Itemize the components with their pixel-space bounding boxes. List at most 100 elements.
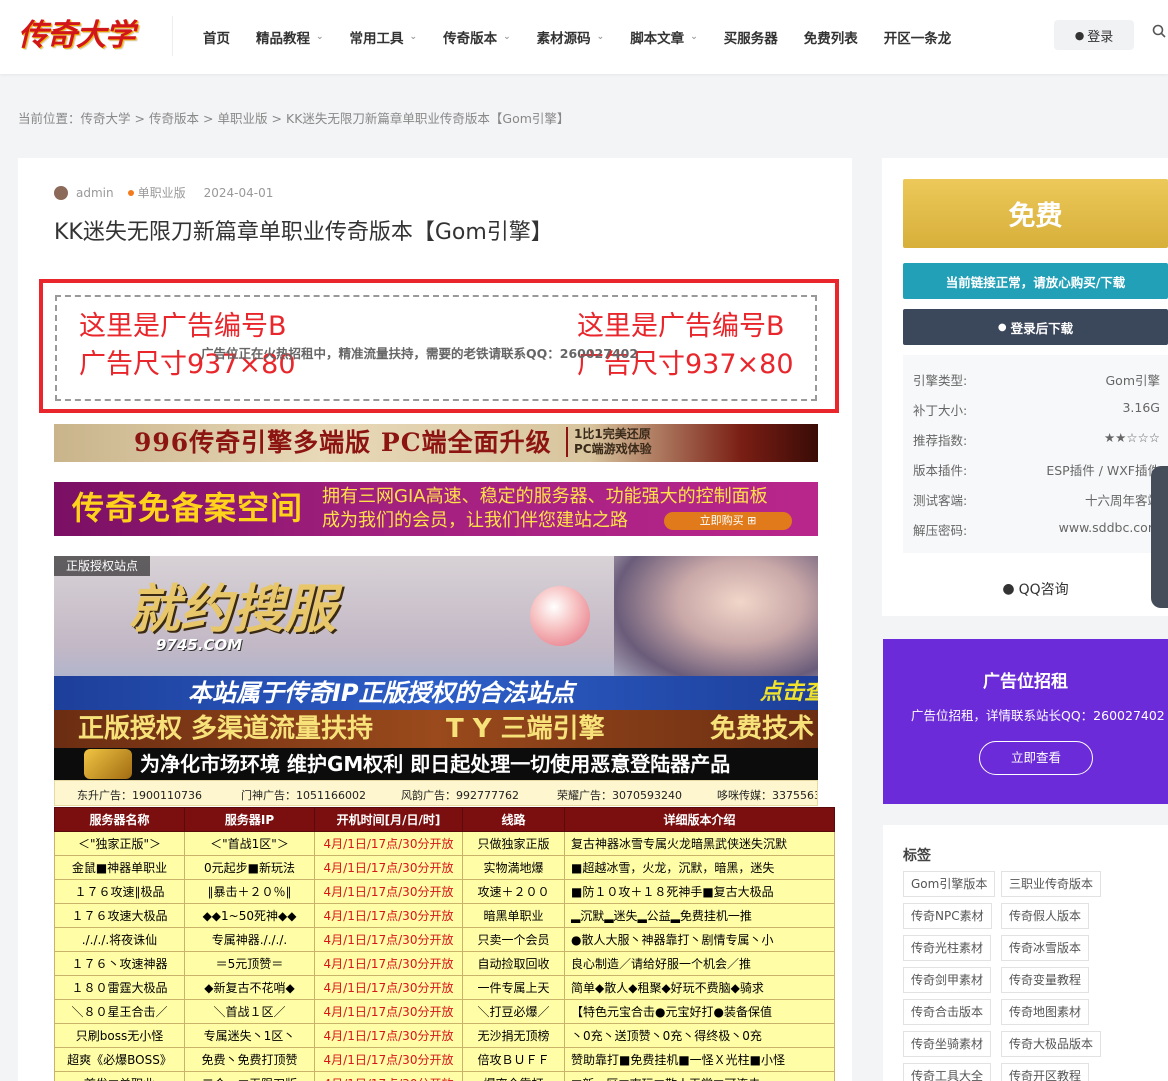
table-cell: ▂沉默▂迷失▂公益▂免费挂机一推 xyxy=(564,903,835,928)
table-cell: 专属迷失丶1区丶 xyxy=(184,1023,315,1048)
breadcrumb-separator: > xyxy=(271,111,283,126)
table-row[interactable]: 只刷boss无小怪 专属迷失丶1区丶 4月/1日/17点/30分开放 无沙捐无顶榜 丶0… xyxy=(54,1023,835,1048)
nav-item-scripts[interactable]: 脚本文章 ⌄ xyxy=(617,27,711,47)
tag-link[interactable]: 传奇地图素材 xyxy=(1001,999,1090,1025)
tag-link[interactable]: 传奇NPC素材 xyxy=(903,903,992,929)
link-status-button[interactable]: 当前链接正常，请放心购买/下载 xyxy=(903,263,1168,299)
table-cell: ./././.将夜诛仙 xyxy=(54,927,185,952)
table-cell: 【特色元宝合击●元宝好打●装备保值 xyxy=(564,999,835,1024)
download-widget: 免费 当前链接正常，请放心购买/下载 ● 登录后下载 引擎类型: Gom引擎 补丁… xyxy=(882,158,1168,616)
table-cell: 免费丶免费打顶赞 xyxy=(184,1047,315,1072)
nav-item-tutorials[interactable]: 精品教程 ⌄ xyxy=(243,27,337,47)
nav-label: 首页 xyxy=(203,31,230,47)
breadcrumb-separator: > xyxy=(203,111,214,126)
table-row[interactable]: 超爽《必爆BOSS》 免费丶免费打顶赞 4月/1日/17点/30分开放 倍攻ＢＵＦＦ 赞… xyxy=(54,1047,835,1072)
post-author[interactable]: admin xyxy=(76,186,114,200)
avatar[interactable] xyxy=(54,185,68,200)
breadcrumb: 当前位置：传奇大学 > 传奇版本 > 单职业版 > KK迷失无限刀新篇章单职业传奇版本【Go… xyxy=(18,108,569,127)
table-row[interactable]: 首发■单职业二合一■无限刀版4月/1日/17点/30分开放爆率全靠打■新一区■爽… xyxy=(54,1071,835,1081)
promo-row-1-cta[interactable]: 点击查 xyxy=(760,678,818,708)
nav-item-tools[interactable]: 常用工具 ⌄ xyxy=(337,27,431,47)
user-icon: ● xyxy=(1074,28,1085,42)
login-download-button[interactable]: ● 登录后下载 xyxy=(903,309,1168,345)
tag-link[interactable]: 传奇变量教程 xyxy=(1001,967,1090,993)
nav-item-servers[interactable]: 买服务器 xyxy=(711,27,791,47)
tag-link[interactable]: 三职业传奇版本 xyxy=(1001,871,1102,897)
table-cell: 倍攻ＢＵＦＦ xyxy=(462,1047,565,1072)
cart-icon: ⊞ xyxy=(747,514,757,527)
table-cell: １７６丶攻速神器 xyxy=(54,951,185,976)
banner-line1: 拥有三网GIA高速、稳定的服务器、功能强大的控制面板 xyxy=(322,486,768,507)
tag-link[interactable]: 传奇合击版本 xyxy=(903,999,992,1025)
login-button[interactable]: ● 登录 xyxy=(1054,20,1134,50)
tag-link[interactable]: 传奇光柱素材 xyxy=(903,935,992,961)
tag-link[interactable]: 传奇假人版本 xyxy=(1001,903,1090,929)
chevron-down-icon: ⌄ xyxy=(409,32,418,42)
breadcrumb-link[interactable]: 传奇大学 xyxy=(81,111,131,126)
main-nav: 首页 精品教程 ⌄ 常用工具 ⌄ 传奇版本 ⌄ 素材源码 ⌄ 脚本文章 ⌄ 买服务器 免费… xyxy=(190,0,964,74)
nav-item-assets[interactable]: 素材源码 ⌄ xyxy=(524,27,618,47)
table-cell: ●散人大服丶神器靠打丶剧情专属丶小 xyxy=(564,927,835,952)
table-cell: 良心制造／请给好服一个机会／推 xyxy=(564,951,835,976)
table-cell: 暗黑单职业 xyxy=(462,903,565,928)
site-logo[interactable]: 传奇大学 xyxy=(18,16,142,56)
table-cell: 二合一■无限刀版 xyxy=(184,1071,315,1081)
table-cell: ◆新复古不花哨◆ xyxy=(184,975,315,1000)
tag-link[interactable]: 传奇大极品版本 xyxy=(1001,1031,1102,1057)
post-category[interactable]: 单职业版 xyxy=(138,184,186,201)
article-card: admin 单职业版 2024-04-01 KK迷失无限刀新篇章单职业传奇版本【… xyxy=(18,158,852,1081)
table-row[interactable]: 金鼠■神器单职业 0元起步■新玩法 4月/1日/17点/30分开放 实物満地爆 ■超越冰… xyxy=(54,855,835,880)
breadcrumb-link[interactable]: 单职业版 xyxy=(218,111,268,126)
table-row[interactable]: １８０雷霆大极品 ◆新复古不花哨◆ 4月/1日/17点/30分开放 一件专属上天 简单◆… xyxy=(54,975,835,1000)
chevron-down-icon: ⌄ xyxy=(596,32,605,42)
tag-link[interactable]: 传奇剑甲素材 xyxy=(903,967,992,993)
chevron-down-icon: ⌄ xyxy=(503,32,511,42)
promo-row-2-left: 正版授权 多渠道流量扶持 xyxy=(78,714,374,744)
table-cell: 无沙捐无顶榜 xyxy=(462,1023,565,1048)
promo-banner[interactable]: 正版授权站点 就约搜服 9745.COM 本站属于传奇IP正版授权的合法站点 点… xyxy=(54,556,818,780)
contact-item: 荣耀广告：3070593240 xyxy=(557,789,682,802)
table-row[interactable]: ＼８０星王合击／ ＼首战１区／ 4月/1日/17点/30分开放 ＼打豆必爆／ 【特色元宝… xyxy=(54,999,835,1024)
table-row[interactable]: ＜"独家正版"＞ ＜"首战1区"＞ 4月/1日/17点/30分开放 只做独家正版 复古神… xyxy=(54,831,835,856)
nav-item-free-list[interactable]: 免费列表 xyxy=(791,27,871,47)
tag-link[interactable]: 传奇开区教程 xyxy=(1001,1063,1090,1081)
table-cell: 只做独家正版 xyxy=(462,831,565,856)
buy-now-button[interactable]: 立即购买 ⊞ xyxy=(664,512,792,530)
ad-slot-b[interactable]: 这里是广告编号B 广告尺寸937×80 这里是广告编号B 广告尺寸937×80 … xyxy=(39,279,839,413)
table-cell: ＜"首战1区"＞ xyxy=(184,831,315,856)
table-cell: ＼８０星王合击／ xyxy=(54,999,185,1024)
table-cell: 只刷boss无小怪 xyxy=(54,1023,185,1048)
table-row[interactable]: ./././.将夜诛仙 专属神器./././. 4月/1日/17点/30分开放 只卖一… xyxy=(54,927,835,952)
promo-row-3: 为净化市场环境 维护GM权利 即日起处理一切使用恶意登陆器产品 xyxy=(54,748,818,780)
view-now-button[interactable]: 立即查看 xyxy=(979,741,1093,775)
breadcrumb-prefix: 当前位置： xyxy=(18,111,81,126)
table-row[interactable]: １７６丶攻速神器 ＝5元顶赞＝ 4月/1日/17点/30分开放 自动捡取回收 良心制造／… xyxy=(54,951,835,976)
tag-link[interactable]: 传奇冰雪版本 xyxy=(1001,935,1090,961)
table-row[interactable]: １７６攻速大极品 ◆◆1~50死神◆◆ 4月/1日/17点/30分开放 暗黑单职业 ▂沉… xyxy=(54,903,835,928)
nav-item-home[interactable]: 首页 xyxy=(190,27,243,47)
tag-link[interactable]: Gom引擎版本 xyxy=(903,871,996,897)
dragon-icon xyxy=(84,749,132,779)
peach-art xyxy=(530,586,590,646)
search-icon[interactable] xyxy=(1152,24,1168,46)
floating-toolbar[interactable] xyxy=(1151,466,1168,608)
promo-url: 9745.COM xyxy=(156,636,243,654)
qq-consult-button[interactable]: ● QQ咨询 xyxy=(903,574,1168,604)
table-cell: ■新一区■爽玩■散人天堂■可连击 xyxy=(564,1071,835,1081)
ad-label-right-line1: 这里是广告编号B xyxy=(577,311,785,342)
tag-link[interactable]: 传奇坐骑素材 xyxy=(903,1031,992,1057)
banner-hosting[interactable]: 传奇免备案空间 拥有三网GIA高速、稳定的服务器、功能强大的控制面板 成为我们的… xyxy=(54,482,818,536)
free-price-button[interactable]: 免费 xyxy=(903,179,1168,248)
info-row: 补丁大小: 3.16G xyxy=(913,392,1168,422)
nav-label: 精品教程 xyxy=(256,31,310,47)
nav-item-one-stop[interactable]: 开区一条龙 xyxy=(871,27,965,47)
tag-link[interactable]: 传奇工具大全 xyxy=(903,1063,992,1081)
banner-996-engine[interactable]: 996传奇引擎多端版 PC端全面升级 1比1完美还原 PC端游戏体验 xyxy=(54,424,818,462)
table-row[interactable]: １７６攻速∥极品 ∥暴击＋２０％∥ 4月/1日/17点/30分开放 攻速＋２００ ■防１… xyxy=(54,879,835,904)
nav-item-versions[interactable]: 传奇版本 ⌄ xyxy=(430,27,524,47)
site-header: 传奇大学 首页 精品教程 ⌄ 常用工具 ⌄ 传奇版本 ⌄ 素材源码 ⌄ 脚本文章 ⌄ 买服… xyxy=(0,0,1168,74)
breadcrumb-link[interactable]: 传奇版本 xyxy=(149,111,199,126)
table-cell: ＝5元顶赞＝ xyxy=(184,951,315,976)
nav-label: 开区一条龙 xyxy=(883,31,952,47)
table-cell: １７６攻速大极品 xyxy=(54,903,185,928)
